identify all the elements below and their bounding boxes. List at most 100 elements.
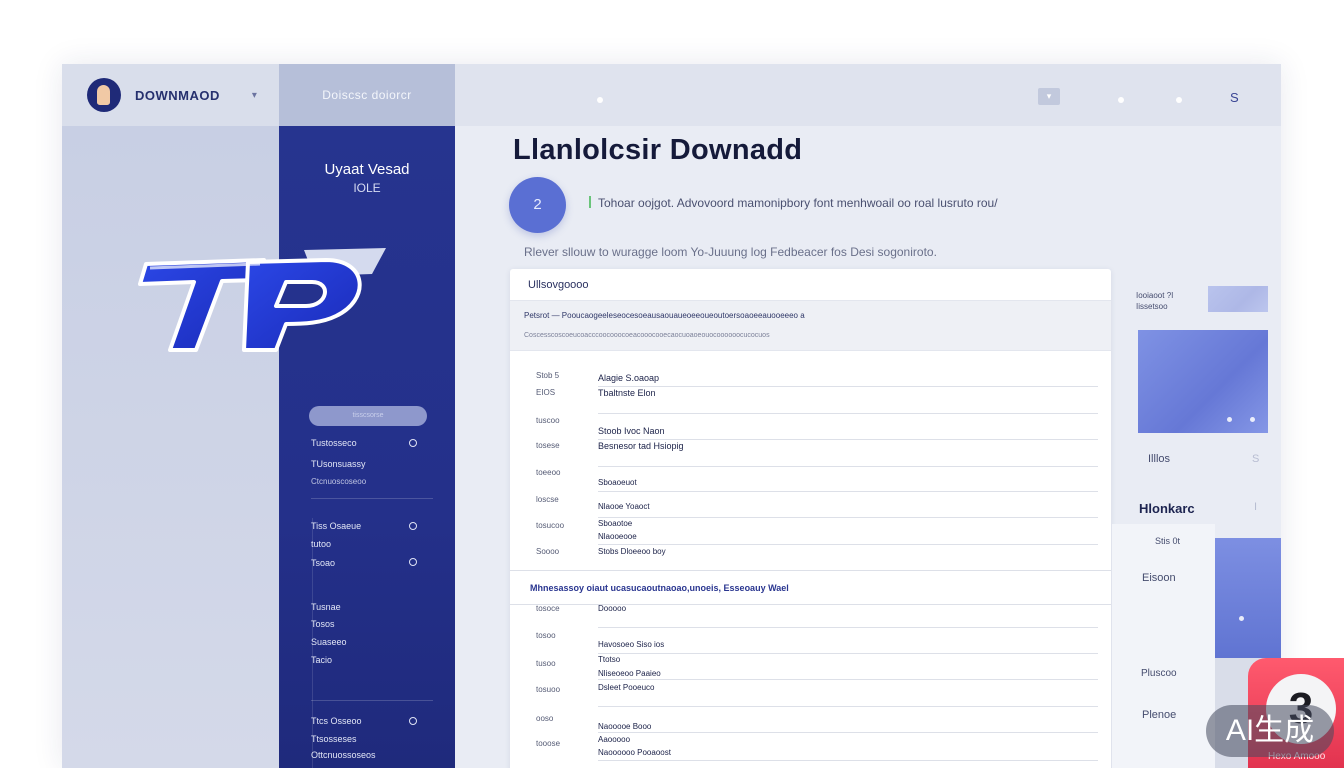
rail-s-icon[interactable]: S [1252,453,1259,465]
row-key: tosese [536,441,560,450]
row-key: tuscoo [536,416,560,425]
row-divider [598,466,1098,467]
row-key: EIOS [536,388,556,397]
row-key: tosucoo [536,521,565,530]
circle-icon [409,717,417,725]
circle-icon [409,558,417,566]
sidebar-item[interactable]: Ctcnuoscoseoo [311,477,366,486]
row-key: tosoo [536,631,556,640]
filter-line: Coscesscoscoeucoacccoocooocoeacooocooeca… [524,332,770,339]
rail-thumbnail-small[interactable] [1208,286,1268,312]
row-divider [598,386,1098,387]
sidebar-item[interactable]: Tusnae [311,602,341,612]
ai-generated-label: AI生成 [1206,705,1334,757]
row-key: tosuoo [536,685,561,694]
circle-icon [409,439,417,447]
row-divider [598,679,1098,680]
sidebar-item[interactable]: Ttcs Osseoo [311,716,362,726]
row-value[interactable]: Ttotso [598,655,620,664]
circle-icon [409,522,417,530]
sidebar-item[interactable]: Tiss Osaeue [311,521,361,531]
menu-dot-icon[interactable] [597,97,603,103]
carousel-dot-icon[interactable] [1250,417,1255,422]
sidebar-item[interactable]: Tustosseco [311,438,357,448]
row-value[interactable]: Naoooooo Pooaoost [598,748,671,757]
description-marker [589,196,591,208]
sidebar-rule [312,518,313,768]
row-divider [598,544,1098,545]
sidebar-item[interactable]: Suaseeo [311,637,347,647]
rail-label[interactable]: Stis 0t [1155,536,1180,546]
carousel-dot-icon[interactable] [1227,417,1232,422]
carousel-dot-icon[interactable] [1239,616,1244,621]
row-divider [598,653,1098,654]
row-value[interactable]: Stoob Ivoc Naon [598,426,665,436]
chevron-down-icon[interactable]: ▾ [252,90,257,101]
sidebar-item[interactable]: Tosos [311,619,335,629]
tab-active[interactable]: Doiscsc doiorcr [279,64,455,126]
step-badge[interactable]: 2 [509,177,566,233]
detail-card: Ullsovgoooo Petsrot — Pooucaogeeleseoces… [510,269,1111,768]
row-divider [598,491,1098,492]
sidebar-item[interactable]: Tsoao [311,558,335,568]
row-key: tusoo [536,659,556,668]
row-divider [598,627,1098,628]
row-divider [598,517,1098,518]
brand-area[interactable]: DOWNMAOD ▾ [62,64,279,126]
status-dot-icon[interactable] [1176,97,1182,103]
dropdown-square-icon[interactable]: ▾ [1038,88,1060,105]
rail-label[interactable]: Plenoe [1142,709,1176,721]
row-value[interactable]: Nlaooeooe [598,532,637,541]
rail-label[interactable]: Pluscoo [1141,668,1177,679]
row-value[interactable]: Besnesor tad Hsiopig [598,441,684,451]
sidebar-title-line: Uyaat Vesad [324,161,410,178]
sidebar-item[interactable]: Tacio [311,655,332,665]
sidebar-title: Uyaat Vesad IOLE [279,160,455,198]
user-initial[interactable]: S [1230,90,1239,105]
tp-logo-icon [138,248,386,352]
row-value[interactable]: Sboaotoe [598,519,632,528]
sidebar-item[interactable]: TUsonsuassy [311,459,366,469]
rail-heading: Hlonkarc [1139,501,1195,516]
row-value[interactable]: Stobs Dloeeoo boy [598,547,666,556]
sidebar-item[interactable]: Ottcnuossoseos [311,750,376,760]
row-key: ooso [536,714,554,723]
row-value[interactable]: Tbaltnste Elon [598,388,656,398]
row-key: toeeoo [536,468,561,477]
row-key: Soooo [536,547,560,556]
hero-panel [62,126,279,768]
sidebar: Uyaat Vesad IOLE tisscsorse Tustosseco T… [279,126,455,768]
sidebar-item[interactable]: Ttsosseses [311,734,357,744]
row-value[interactable]: Havosoeo Siso ios [598,640,664,649]
section-header[interactable]: Mhnesassoy oiaut ucasucaoutnaoao,unoeis,… [510,570,1111,605]
sidebar-item[interactable]: tutoo [311,539,331,549]
row-key: loscse [536,495,559,504]
row-value[interactable]: Naooooe Booo [598,722,651,731]
row-divider [598,732,1098,733]
row-value[interactable]: Aaooooo [598,735,630,744]
row-value[interactable]: Alagie S.oaoap [598,373,659,383]
rail-label[interactable]: Eisoon [1142,572,1176,584]
row-value[interactable]: Nliseoeoo Paaieo [598,669,661,678]
row-key: tooose [536,739,561,748]
row-divider [598,760,1098,761]
card-filter-bar[interactable]: Petsrot — Pooucaogeeleseocesoeausaouaueo… [510,301,1111,351]
row-value[interactable]: Dooooo [598,604,626,613]
rail-heading-icon: I [1254,501,1258,513]
sidebar-divider [311,700,433,701]
row-value[interactable]: Sboaoeuot [598,478,637,487]
rail-label[interactable]: Illlos [1148,453,1170,465]
row-value[interactable]: Nlaooe Yoaoct [598,502,650,511]
rail-image-tall[interactable] [1215,538,1281,658]
page-subline: Rlever sllouw to wuragge loom Yo-Juuung … [524,245,937,259]
filter-line: Petsrot — Pooucaogeeleseocesoeausaouaueo… [524,311,805,320]
avatar[interactable] [87,78,121,112]
row-divider [598,413,1098,414]
sidebar-search-pill[interactable]: tisscsorse [309,406,427,426]
app-window: DOWNMAOD ▾ Doiscsc doiorcr ▾ S Uyaat Ves… [62,64,1281,768]
rail-panel [1112,524,1215,768]
notification-dot-icon[interactable] [1118,97,1124,103]
rail-image[interactable] [1138,330,1268,433]
row-key: tosoce [536,604,560,613]
row-value[interactable]: Dsleet Pooeuco [598,683,654,692]
